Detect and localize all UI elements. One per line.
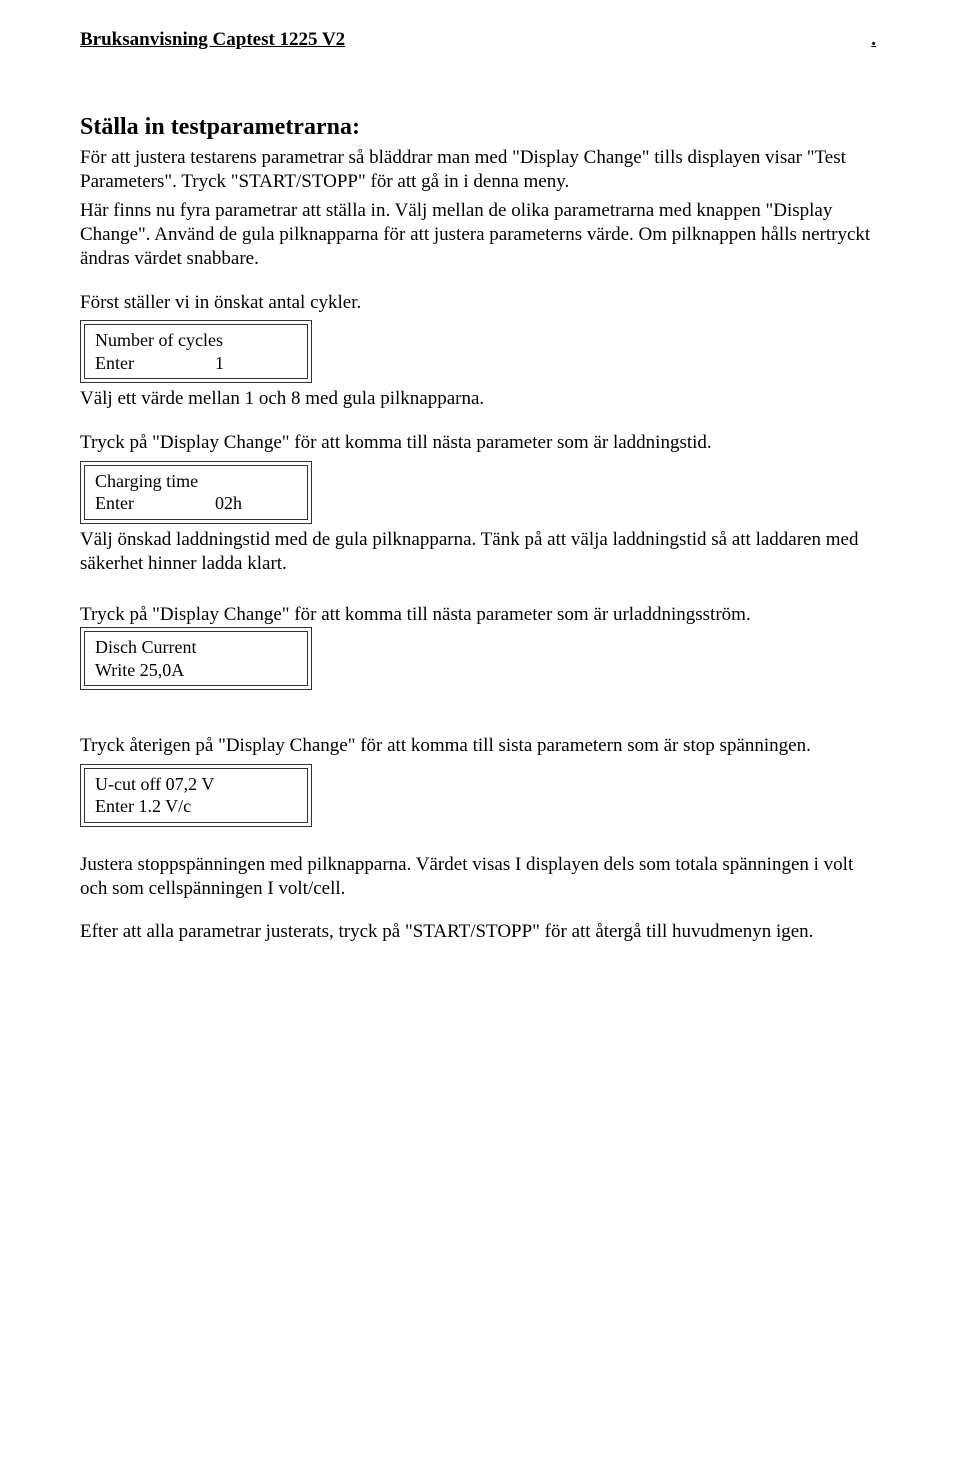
paragraph-after-box2: Välj önskad laddningstid med de gula pil… (80, 528, 880, 576)
display-line-2: Enter 1.2 V/c (95, 795, 297, 818)
display-line-2-left: Enter (95, 352, 215, 375)
header-title: Bruksanvisning Captest 1225 V2 (80, 28, 345, 52)
display-line-2: Enter 1 (95, 352, 297, 375)
display-box-inner: Number of cycles Enter 1 (84, 324, 308, 379)
section-heading: Ställa in testparametrarna: (80, 112, 880, 142)
paragraph-after-box1-a: Välj ett värde mellan 1 och 8 med gula p… (80, 387, 880, 411)
display-line-2-right: 1 (215, 352, 224, 375)
header-dot: . (871, 28, 880, 52)
display-box-ucutoff: U-cut off 07,2 V Enter 1.2 V/c (80, 764, 312, 827)
display-box-disch: Disch Current Write 25,0A (80, 627, 312, 690)
display-line-1: Disch Current (95, 636, 297, 659)
paragraph-after-box3: Tryck återigen på "Display Change" för a… (80, 734, 880, 758)
page-header: Bruksanvisning Captest 1225 V2 . (80, 28, 880, 52)
display-box-inner: U-cut off 07,2 V Enter 1.2 V/c (84, 768, 308, 823)
display-line-1: Charging time (95, 470, 297, 493)
paragraph-after-box1-b: Tryck på "Display Change" för att komma … (80, 431, 880, 455)
display-line-2: Write 25,0A (95, 659, 297, 682)
display-box-charging: Charging time Enter 02h (80, 461, 312, 524)
paragraph-after-box4-a: Justera stoppspänningen med pilknapparna… (80, 853, 880, 901)
display-box-inner: Disch Current Write 25,0A (84, 631, 308, 686)
display-line-1: U-cut off 07,2 V (95, 773, 297, 796)
paragraph-intro-2: Här finns nu fyra parametrar att ställa … (80, 199, 880, 270)
display-box-inner: Charging time Enter 02h (84, 465, 308, 520)
paragraph-intro-3: Först ställer vi in önskat antal cykler. (80, 291, 880, 315)
paragraph-intro-1: För att justera testarens parametrar så … (80, 146, 880, 194)
display-line-2: Enter 02h (95, 492, 297, 515)
display-line-2-left: Enter (95, 492, 215, 515)
display-line-1: Number of cycles (95, 329, 297, 352)
display-line-2-right: 02h (215, 492, 242, 515)
paragraph-after-box4-b: Efter att alla parametrar justerats, try… (80, 920, 880, 944)
display-box-cycles: Number of cycles Enter 1 (80, 320, 312, 383)
paragraph-after-box2b: Tryck på "Display Change" för att komma … (80, 603, 880, 627)
